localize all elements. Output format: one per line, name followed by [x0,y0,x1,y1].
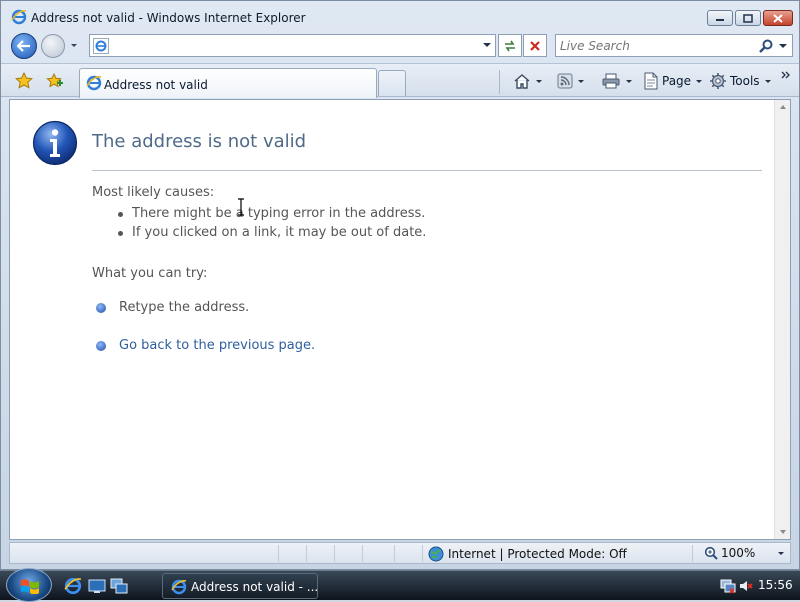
taskbar: Address not valid - ... 15:56 [0,568,800,602]
chevron-down-icon [778,552,785,555]
status-divider [692,545,693,562]
page-menu-button[interactable]: Page [643,71,704,91]
title-bar[interactable]: Address not valid - Windows Internet Exp… [1,1,799,33]
maximize-icon [743,13,753,23]
minimize-button[interactable] [707,10,733,26]
favorites-star-icon[interactable] [15,72,33,90]
list-item: There might be a typing error in the add… [114,204,426,223]
text-cursor-icon [238,198,244,216]
page-content: The address is not valid Most likely cau… [9,99,791,540]
vertical-scrollbar[interactable] [774,100,790,539]
maximize-button[interactable] [735,10,761,26]
go-back-link[interactable]: Go back to the previous page. [96,338,315,353]
globe-icon [428,546,444,562]
window-title: Address not valid - Windows Internet Exp… [31,11,306,25]
switch-windows-icon[interactable] [110,577,128,595]
page-icon [644,72,658,90]
forward-button[interactable] [41,34,65,58]
arrow-left-icon [17,40,30,52]
rss-icon [557,73,573,89]
toolbar-separator [499,70,500,94]
chevron-down-icon [578,80,584,83]
chevron-down-icon [626,80,632,83]
chevron-down-icon [536,80,542,83]
chevron-down-icon [696,80,703,83]
status-divider [394,545,395,562]
zoom-control[interactable]: 100% [704,546,786,560]
clock[interactable]: 15:56 [758,578,793,592]
zone-text: Internet | Protected Mode: Off [448,547,627,561]
add-favorites-icon[interactable] [45,72,63,90]
refresh-icon [505,40,515,51]
bullet-icon [96,302,106,313]
search-input[interactable] [560,38,750,54]
zoom-level: 100% [721,546,756,560]
stop-button[interactable] [523,34,547,57]
home-icon [514,74,530,89]
chevron-down-icon[interactable] [482,40,492,50]
list-item: If you clicked on a link, it may be out … [114,223,426,242]
scroll-up-icon[interactable] [779,104,787,110]
window-controls [707,10,793,26]
go-back-link-text[interactable]: Go back to the previous page. [119,338,315,353]
status-divider [334,545,335,562]
feeds-button[interactable] [557,71,586,91]
try-heading: What you can try: [92,266,208,281]
scroll-down-icon[interactable] [779,529,787,535]
ie-icon [11,9,27,25]
tools-menu-label: Tools [730,74,760,88]
zoom-icon [704,546,718,560]
show-desktop-icon[interactable] [88,577,106,595]
ie-icon [171,579,187,595]
retype-suggestion: Retype the address. [96,300,249,315]
chevron-down-icon[interactable] [778,41,788,51]
tab-label: Address not valid [104,78,208,92]
security-zone[interactable]: Internet | Protected Mode: Off [428,546,627,562]
ie-icon [93,38,109,54]
network-icon[interactable] [720,578,736,594]
printer-icon [602,73,620,89]
causes-list: There might be a typing error in the add… [114,204,426,242]
status-bar: Internet | Protected Mode: Off 100% [9,542,791,564]
status-divider [278,545,279,562]
tab-bar: Address not valid Page Tools [1,63,799,98]
close-icon [773,13,783,23]
stop-icon [530,40,540,51]
gear-icon [710,73,726,89]
close-button[interactable] [763,10,793,26]
status-divider [362,545,363,562]
status-divider [306,545,307,562]
navigation-bar [1,33,799,61]
windows-logo-icon [21,579,39,594]
new-tab-button[interactable] [378,70,406,96]
address-bar[interactable] [89,34,496,57]
start-button[interactable] [6,568,52,602]
page-menu-label: Page [662,74,692,88]
ie-icon[interactable] [64,577,82,595]
tools-menu-button[interactable]: Tools [709,71,773,91]
volume-muted-icon[interactable] [738,578,754,594]
chevron-down-icon [764,80,771,83]
info-icon [32,120,78,166]
retype-text: Retype the address. [119,300,250,315]
browser-window: Address not valid - Windows Internet Exp… [0,0,800,570]
search-icon[interactable] [758,38,774,54]
bullet-icon [96,340,106,351]
search-box[interactable] [555,34,793,57]
print-button[interactable] [601,71,634,91]
refresh-button[interactable] [498,34,522,57]
error-title: The address is not valid [92,131,307,152]
home-button[interactable] [513,71,544,91]
taskbar-item-label: Address not valid - ... [191,580,319,594]
minimize-icon [716,19,724,21]
back-button[interactable] [11,33,37,59]
causes-heading: Most likely causes: [92,185,215,200]
chevron-double-right-icon[interactable] [781,70,791,82]
divider [92,170,762,171]
tab-address-not-valid[interactable]: Address not valid [79,68,377,98]
taskbar-item-ie[interactable]: Address not valid - ... [162,573,318,599]
status-divider [422,545,423,562]
ie-icon [86,75,102,91]
chevron-down-icon[interactable] [69,39,79,51]
